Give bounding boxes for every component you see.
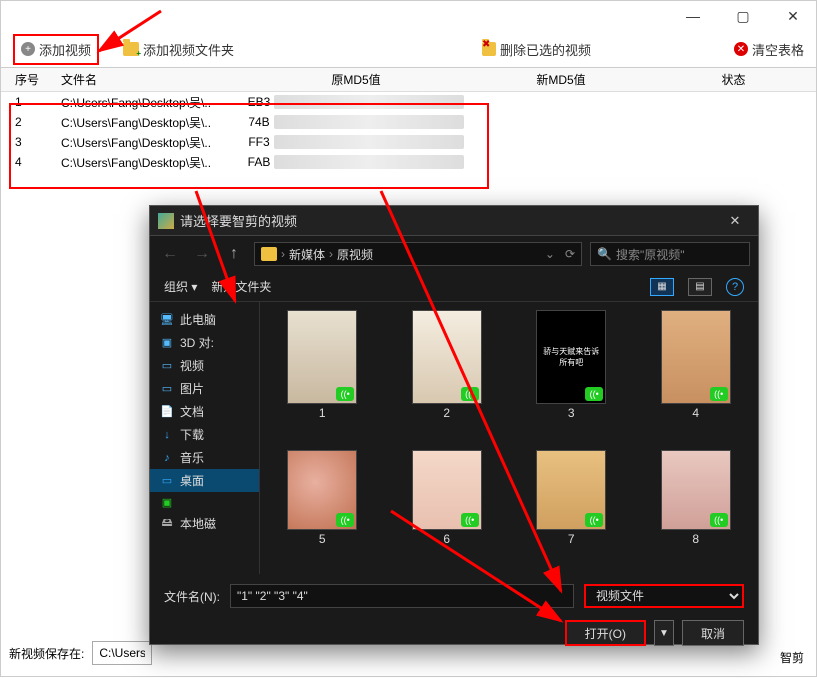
new-folder-button[interactable]: 新建文件夹 — [211, 278, 271, 295]
organize-button[interactable]: 组织 ▾ — [164, 278, 197, 295]
col-md5n: 新MD5值 — [471, 71, 651, 88]
plus-icon: + — [21, 42, 35, 56]
col-file: 文件名 — [61, 71, 241, 88]
sidebar-item-docs[interactable]: 📄文档 — [150, 400, 259, 423]
delete-selected-label: 删除已选的视频 — [500, 40, 591, 59]
folder-delete-icon — [482, 42, 496, 56]
sidebar-item-video[interactable]: ▭视频 — [150, 354, 259, 377]
file-thumbnail[interactable]: ((• 4 — [642, 310, 751, 440]
file-thumbnail[interactable]: ((• 7 — [517, 450, 626, 566]
open-dropdown-button[interactable]: ▼ — [654, 620, 674, 646]
save-path-label: 新视频保存在: — [9, 645, 84, 662]
open-button[interactable]: 打开(O) — [565, 620, 646, 646]
table-row[interactable]: 2 C:\Users\Fang\Desktop\吴\.. 74B — [1, 112, 816, 132]
add-folder-label: 添加视频文件夹 — [143, 40, 234, 59]
breadcrumb-seg[interactable]: 新媒体 — [289, 246, 325, 263]
filename-input[interactable] — [230, 584, 574, 608]
add-video-label: 添加视频 — [39, 40, 91, 59]
video-badge-icon: ((• — [461, 513, 479, 527]
video-badge-icon: ((• — [585, 513, 603, 527]
clear-icon: ✕ — [734, 42, 748, 56]
dialog-titlebar: 请选择要智剪的视频 ✕ — [150, 206, 758, 236]
minimize-button[interactable]: — — [678, 4, 708, 28]
chevron-down-icon[interactable]: ⌄ — [545, 247, 555, 261]
video-badge-icon: ((• — [336, 513, 354, 527]
view-mode-button[interactable]: ▦ — [650, 278, 674, 296]
video-table: 序号 文件名 原MD5值 新MD5值 状态 1 C:\Users\Fang\De… — [1, 67, 816, 172]
sidebar-item-localdisk[interactable]: 🖴本地磁 — [150, 512, 259, 535]
folder-icon — [261, 247, 277, 261]
col-num: 序号 — [1, 71, 61, 88]
nav-forward-button[interactable]: → — [190, 242, 214, 266]
help-button[interactable]: ? — [726, 278, 744, 296]
dialog-nav: ← → ↑ › 新媒体 › 原视频 ⌄ ⟳ 🔍 搜索"原视频" — [150, 236, 758, 272]
refresh-icon[interactable]: ⟳ — [565, 247, 575, 261]
search-icon: 🔍 — [597, 247, 612, 261]
filename-label: 文件名(N): — [164, 588, 220, 605]
video-badge-icon: ((• — [710, 513, 728, 527]
video-badge-icon: ((• — [585, 387, 603, 401]
table-row[interactable]: 1 C:\Users\Fang\Desktop\吴\.. EB3 — [1, 92, 816, 112]
breadcrumb[interactable]: › 新媒体 › 原视频 ⌄ ⟳ — [254, 242, 582, 266]
folder-plus-icon — [123, 42, 139, 56]
table-row[interactable]: 4 C:\Users\Fang\Desktop\吴\.. FAB — [1, 152, 816, 172]
titlebar: — ▢ ✕ — [1, 1, 816, 31]
sidebar-item-desktop[interactable]: ▭桌面 — [150, 469, 259, 492]
file-open-dialog: 请选择要智剪的视频 ✕ ← → ↑ › 新媒体 › 原视频 ⌄ ⟳ 🔍 搜索"原… — [149, 205, 759, 645]
sidebar-item-downloads[interactable]: ↓下载 — [150, 423, 259, 446]
col-md5o: 原MD5值 — [241, 71, 471, 88]
sidebar-item-pictures[interactable]: ▭图片 — [150, 377, 259, 400]
file-thumbnail[interactable]: ((• 6 — [393, 450, 502, 566]
close-button[interactable]: ✕ — [778, 4, 808, 28]
sidebar-item-music[interactable]: ♪音乐 — [150, 446, 259, 469]
table-row[interactable]: 3 C:\Users\Fang\Desktop\吴\.. FF3 — [1, 132, 816, 152]
table-header: 序号 文件名 原MD5值 新MD5值 状态 — [1, 68, 816, 92]
dialog-icon — [158, 213, 174, 229]
filetype-select[interactable]: 视频文件 — [584, 584, 744, 608]
delete-selected-button[interactable]: 删除已选的视频 — [482, 40, 591, 59]
file-thumbnail[interactable]: ((• 1 — [268, 310, 377, 440]
nav-back-button[interactable]: ← — [158, 242, 182, 266]
view-mode-button-2[interactable]: ▤ — [688, 278, 712, 296]
search-input[interactable]: 🔍 搜索"原视频" — [590, 242, 750, 266]
toolbar: + 添加视频 添加视频文件夹 删除已选的视频 ✕ 清空表格 — [1, 31, 816, 67]
video-badge-icon: ((• — [336, 387, 354, 401]
file-thumbnail[interactable]: 骄与天赋来告诉所有吧((• 3 — [517, 310, 626, 440]
dialog-title: 请选择要智剪的视频 — [180, 211, 297, 230]
sidebar-item-thispc[interactable]: 🖥此电脑 — [150, 308, 259, 331]
dialog-sidebar: 🖥此电脑 ▣3D 对: ▭视频 ▭图片 📄文档 ↓下载 ♪音乐 ▭桌面 ▣ 🖴本… — [150, 302, 260, 574]
file-thumbnail[interactable]: ((• 8 — [642, 450, 751, 566]
file-thumbnail[interactable]: ((• 5 — [268, 450, 377, 566]
clear-table-label: 清空表格 — [752, 40, 804, 59]
cancel-button[interactable]: 取消 — [682, 620, 744, 646]
smart-cut-button[interactable]: 智剪 — [780, 649, 804, 666]
clear-table-button[interactable]: ✕ 清空表格 — [734, 40, 804, 59]
save-path-input[interactable] — [92, 641, 152, 665]
add-video-button[interactable]: + 添加视频 — [13, 34, 99, 65]
sidebar-item-3d[interactable]: ▣3D 对: — [150, 331, 259, 354]
dialog-toolbar: 组织 ▾ 新建文件夹 ▦ ▤ ? — [150, 272, 758, 302]
file-thumbnail[interactable]: ((• 2 — [393, 310, 502, 440]
video-badge-icon: ((• — [710, 387, 728, 401]
dialog-footer: 文件名(N): 视频文件 打开(O) ▼ 取消 — [150, 574, 758, 656]
breadcrumb-seg[interactable]: 原视频 — [337, 246, 373, 263]
maximize-button[interactable]: ▢ — [728, 4, 758, 28]
file-grid: ((• 1 ((• 2 骄与天赋来告诉所有吧((• 3 ((• 4 ((• — [260, 302, 758, 574]
nav-up-button[interactable]: ↑ — [222, 242, 246, 266]
col-status: 状态 — [651, 71, 816, 88]
add-folder-button[interactable]: 添加视频文件夹 — [123, 40, 234, 59]
dialog-close-button[interactable]: ✕ — [720, 213, 750, 229]
sidebar-item-green[interactable]: ▣ — [150, 492, 259, 512]
video-badge-icon: ((• — [461, 387, 479, 401]
